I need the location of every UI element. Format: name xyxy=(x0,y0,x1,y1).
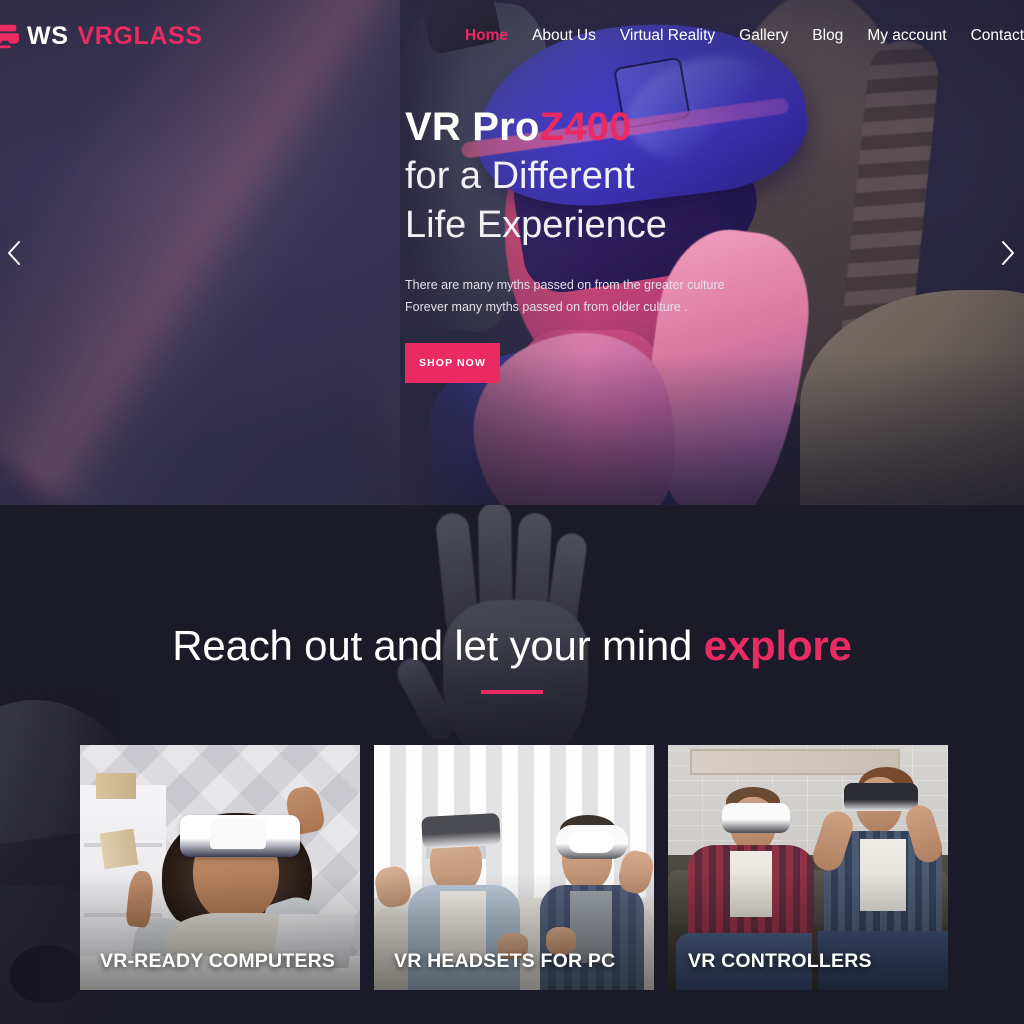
hero-headline-accent: Z400 xyxy=(539,105,632,149)
hero-subheadline: for a Different Life Experience xyxy=(405,155,667,246)
nav-item-contact[interactable]: Contact xyxy=(971,28,1024,44)
page-root: WS VRGLASS Home About Us Virtual Reality … xyxy=(0,0,1024,1024)
nav-item-home[interactable]: Home xyxy=(465,28,508,44)
vr-headset-icon xyxy=(0,21,20,51)
site-logo[interactable]: WS VRGLASS xyxy=(0,21,203,51)
nav-item-virtual-reality[interactable]: Virtual Reality xyxy=(620,28,715,44)
card-label: VR CONTROLLERS xyxy=(688,950,872,972)
hero-content: VR ProZ400 for a Different Life Experien… xyxy=(405,106,965,383)
category-card-vr-ready-computers[interactable]: VR-READY COMPUTERS xyxy=(80,745,360,990)
category-card-vr-headsets-for-pc[interactable]: VR HEADSETS FOR PC xyxy=(374,745,654,990)
chevron-right-icon xyxy=(1000,240,1016,266)
explore-title-accent: explore xyxy=(703,622,852,669)
nav-item-gallery[interactable]: Gallery xyxy=(739,28,788,44)
explore-title-plain: Reach out and let your mind xyxy=(172,622,704,669)
explore-title: Reach out and let your mind explore xyxy=(0,622,1024,669)
hero-description-line-2: Forever many myths passed on from older … xyxy=(405,300,688,315)
logo-text-primary: WS xyxy=(27,21,69,50)
shop-now-button[interactable]: SHOP NOW xyxy=(405,343,500,383)
main-navigation: Home About Us Virtual Reality Gallery Bl… xyxy=(465,28,1024,44)
card-label: VR HEADSETS FOR PC xyxy=(394,950,616,972)
explore-title-underline xyxy=(481,690,543,695)
nav-item-about-us[interactable]: About Us xyxy=(532,28,596,44)
card-label: VR-READY COMPUTERS xyxy=(100,950,336,972)
explore-heading-wrap: Reach out and let your mind explore xyxy=(0,622,1024,695)
site-header: WS VRGLASS Home About Us Virtual Reality … xyxy=(0,0,1024,72)
chevron-left-icon xyxy=(6,240,22,266)
hero-section: WS VRGLASS Home About Us Virtual Reality … xyxy=(0,0,1024,505)
nav-item-blog[interactable]: Blog xyxy=(812,28,843,44)
hero-headline: VR ProZ400 xyxy=(405,106,965,148)
explore-section: Reach out and let your mind explore VR-R… xyxy=(0,505,1024,1024)
carousel-next-button[interactable] xyxy=(994,236,1022,270)
hero-light-streak-pink xyxy=(0,0,412,505)
hero-headline-white: VR Pro xyxy=(405,105,540,149)
hero-description-line-1: There are many myths passed on from the … xyxy=(405,278,725,293)
hero-description: There are many myths passed on from the … xyxy=(405,275,965,319)
category-card-list: VR-READY COMPUTERS VR HEADSETS FOR PC VR… xyxy=(80,745,950,990)
carousel-prev-button[interactable] xyxy=(0,236,28,270)
nav-item-my-account[interactable]: My account xyxy=(867,28,946,44)
logo-text-brand: VRGLASS xyxy=(77,21,203,50)
category-card-vr-controllers[interactable]: VR CONTROLLERS xyxy=(668,745,948,990)
